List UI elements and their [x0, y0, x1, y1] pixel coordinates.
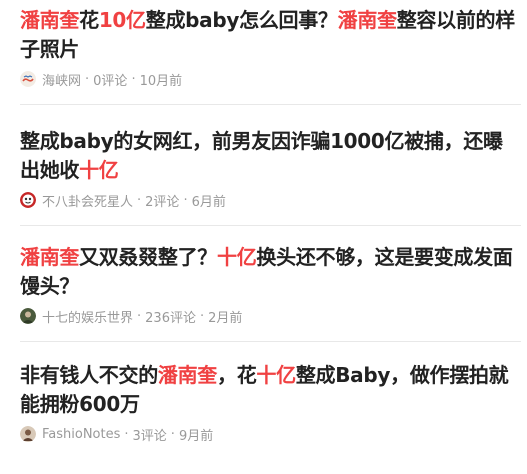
gossip-avatar-icon[interactable] [20, 192, 36, 208]
comment-count[interactable]: 0评论 [93, 70, 127, 89]
title-text: 花 [79, 8, 99, 32]
divider [20, 341, 521, 342]
source-name[interactable]: 海峡网 [42, 70, 81, 89]
meta-separator: · [124, 426, 129, 442]
source-name[interactable]: FashioNotes [42, 427, 120, 442]
publish-time: 2月前 [208, 310, 243, 326]
meta-separator: · [170, 426, 175, 442]
article-title[interactable]: 潘南奎又双叒叕整了？十亿换头还不够，这是要变成发面馒头？ [20, 243, 521, 301]
article-meta: FashioNotes · 3评论 · 9月前 [20, 424, 521, 444]
highlighted-keyword: 潘南奎 [20, 245, 80, 269]
publish-time: 9月前 [178, 428, 214, 444]
highlighted-keyword: 十亿 [256, 363, 296, 387]
title-text: ，花 [217, 363, 257, 387]
meta-separator: · [137, 192, 142, 208]
comment-count[interactable]: 3评论 [133, 425, 167, 444]
list-item[interactable]: 非有钱人不交的潘南奎，花十亿整成Baby，做作摆拍就能拥粉600万 Fashio… [0, 349, 527, 474]
comment-count[interactable]: 2评论 [145, 191, 179, 210]
highlighted-keyword: 十亿 [79, 158, 119, 182]
source-name[interactable]: 不八卦会死星人 [42, 191, 133, 210]
title-text: 又双叒叕整了？ [79, 245, 218, 269]
entertainment-avatar-icon[interactable] [20, 308, 36, 324]
article-title[interactable]: 非有钱人不交的潘南奎，花十亿整成Baby，做作摆拍就能拥粉600万 [20, 361, 521, 419]
list-item[interactable]: 潘南奎花10亿整成baby怎么回事？潘南奎整容以前的样子照片 海峡网 · 0评论… [0, 0, 527, 117]
divider [20, 225, 521, 226]
news-feed: 潘南奎花10亿整成baby怎么回事？潘南奎整容以前的样子照片 海峡网 · 0评论… [0, 0, 527, 474]
highlighted-keyword: 潘南奎 [337, 8, 397, 32]
meta-separator: · [85, 71, 90, 87]
highlighted-keyword: 潘南奎 [157, 363, 218, 387]
source-name[interactable]: 十七的娱乐世界 [42, 307, 133, 326]
article-meta: 不八卦会死星人 · 2评论 · 6月前 [20, 190, 521, 210]
meta-separator: · [137, 308, 142, 324]
meta-separator: · [199, 308, 205, 324]
publish-time: 10月前 [139, 73, 183, 89]
highlighted-keyword: 10亿 [98, 8, 146, 32]
list-item[interactable]: 潘南奎又双叒叕整了？十亿换头还不够，这是要变成发面馒头？ 十七的娱乐世界 · 2… [0, 233, 527, 349]
meta-separator: · [183, 192, 188, 208]
title-text: 整成baby怎么回事？ [145, 8, 338, 32]
article-title[interactable]: 潘南奎花10亿整成baby怎么回事？潘南奎整容以前的样子照片 [20, 6, 521, 64]
fashion-avatar-icon[interactable] [20, 426, 36, 442]
highlighted-keyword: 潘南奎 [20, 8, 80, 32]
list-item[interactable]: 整成baby的女网红，前男友因诈骗1000亿被捕，还曝出她收十亿 不八卦会死星人… [0, 117, 527, 233]
publish-time: 6月前 [191, 194, 226, 210]
meta-separator: · [131, 71, 136, 87]
article-meta: 十七的娱乐世界 · 236评论 · 2月前 [20, 306, 521, 326]
highlighted-keyword: 十亿 [217, 245, 257, 269]
haixia-logo-icon[interactable] [20, 71, 36, 87]
article-meta: 海峡网 · 0评论 · 10月前 [20, 69, 521, 89]
article-title[interactable]: 整成baby的女网红，前男友因诈骗1000亿被捕，还曝出她收十亿 [20, 127, 521, 185]
divider [20, 104, 521, 105]
title-text: 非有钱人不交的 [20, 363, 158, 387]
comment-count[interactable]: 236评论 [145, 307, 196, 326]
